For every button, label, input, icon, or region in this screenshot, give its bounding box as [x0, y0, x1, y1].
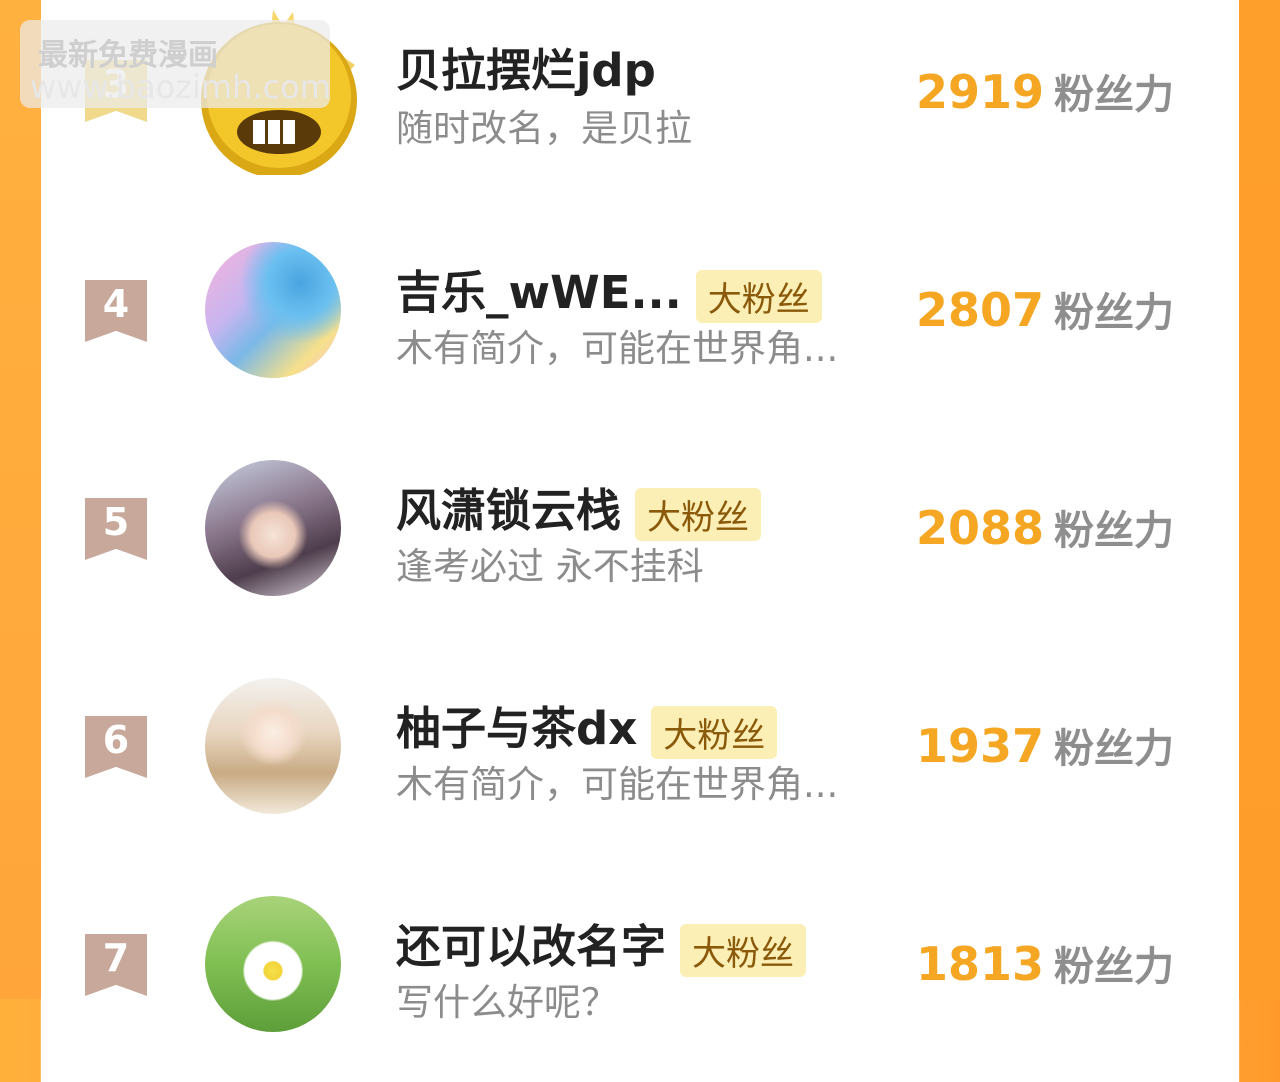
user-bio: 随时改名，是贝拉: [396, 107, 692, 150]
score-value: 1937: [916, 719, 1045, 773]
rank-badge: 5: [85, 498, 147, 560]
ranking-row[interactable]: 6 柚子与茶dx 大粉丝 木有简介，可能在世界角... 1937 粉丝力: [0, 654, 1280, 864]
score-unit: 粉丝力: [1054, 508, 1175, 554]
ranking-row[interactable]: 5 风潇锁云栈 大粉丝 逢考必过 永不挂科 2088 粉丝力: [0, 436, 1280, 646]
user-bio: 木有简介，可能在世界角...: [396, 763, 839, 806]
score-unit: 粉丝力: [1054, 726, 1175, 772]
big-fan-badge: 大粉丝: [695, 269, 822, 323]
fan-score: 1937 粉丝力: [916, 716, 1174, 774]
rank-badge: 7: [85, 934, 147, 996]
user-name[interactable]: 柚子与茶dx 大粉丝: [396, 692, 778, 759]
score-unit: 粉丝力: [1054, 290, 1175, 336]
big-fan-badge: 大粉丝: [651, 705, 778, 759]
fan-score: 1813 粉丝力: [916, 934, 1174, 992]
score-unit: 粉丝力: [1054, 944, 1175, 990]
fan-score: 2088 粉丝力: [916, 498, 1174, 556]
rank-badge: 6: [85, 716, 147, 778]
ranking-row[interactable]: 7 还可以改名字 大粉丝 写什么好呢？ 1813 粉丝力: [0, 872, 1280, 1082]
big-fan-badge: 大粉丝: [635, 487, 762, 541]
score-unit: 粉丝力: [1054, 72, 1175, 118]
ranking-row[interactable]: 4 吉乐_wWE... 大粉丝 木有简介，可能在世界角... 2807 粉丝力: [0, 218, 1280, 428]
rank-badge: 4: [85, 280, 147, 342]
avatar[interactable]: [205, 678, 341, 814]
user-name[interactable]: 风潇锁云栈 大粉丝: [396, 474, 762, 541]
user-name[interactable]: 吉乐_wWE... 大粉丝: [396, 256, 822, 323]
fan-score: 2807 粉丝力: [916, 280, 1174, 338]
score-value: 2807: [916, 283, 1045, 337]
score-value: 2088: [916, 501, 1045, 555]
big-fan-badge: 大粉丝: [680, 923, 807, 977]
user-bio: 逢考必过 永不挂科: [396, 545, 704, 588]
score-value: 1813: [916, 937, 1045, 991]
score-value: 2919: [916, 65, 1045, 119]
user-name[interactable]: 贝拉摆烂jdp: [396, 34, 656, 99]
avatar[interactable]: [205, 242, 341, 378]
avatar[interactable]: [205, 460, 341, 596]
avatar[interactable]: [205, 896, 341, 1032]
watermark-url: www.baozimh.com: [30, 68, 331, 106]
user-bio: 写什么好呢？: [396, 981, 618, 1024]
user-name[interactable]: 还可以改名字 大粉丝: [396, 910, 807, 977]
user-bio: 木有简介，可能在世界角...: [396, 327, 839, 370]
fan-score: 2919 粉丝力: [916, 62, 1174, 120]
